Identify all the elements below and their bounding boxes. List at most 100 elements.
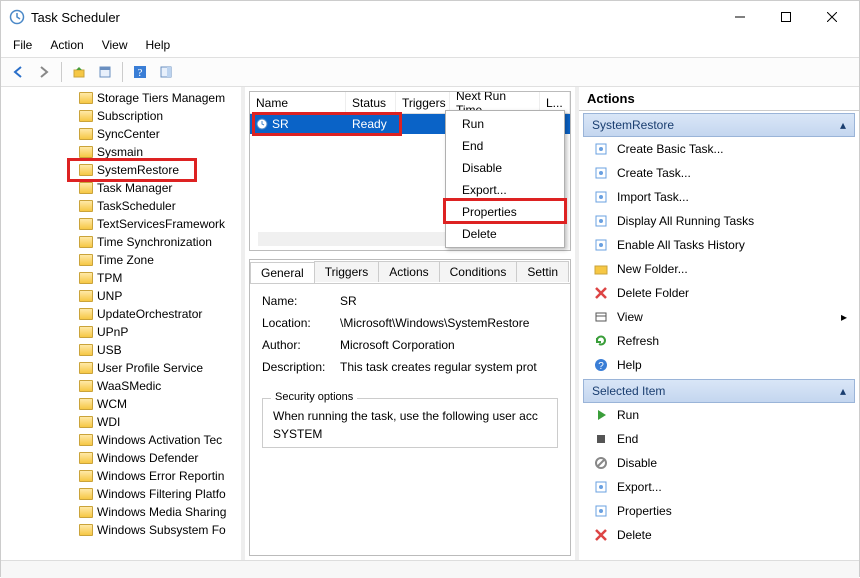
context-menu-item[interactable]: Disable [446,157,564,179]
action-item[interactable]: Create Task... [583,161,855,185]
action-item[interactable]: Refresh [583,329,855,353]
tree-item-label: Windows Error Reportin [97,469,224,483]
back-button[interactable] [7,61,29,83]
tree-item[interactable]: Windows Media Sharing [1,503,241,521]
context-menu-item[interactable]: End [446,135,564,157]
action-item[interactable]: Properties [583,499,855,523]
folder-icon [79,470,93,482]
tab-actions[interactable]: Actions [378,261,439,282]
tree-item-label: Time Synchronization [97,235,212,249]
action-item[interactable]: New Folder... [583,257,855,281]
action-item[interactable]: Delete [583,523,855,547]
action-item[interactable]: View▸ [583,305,855,329]
tree-item[interactable]: TextServicesFramework [1,215,241,233]
label-location: Location: [262,316,340,330]
tree-item-label: TPM [97,271,122,285]
svg-text:?: ? [598,361,604,372]
tree-item-label: Windows Activation Tec [97,433,222,447]
context-menu-item[interactable]: Delete [446,223,564,245]
tree-item[interactable]: Subscription [1,107,241,125]
tab-settings[interactable]: Settin [516,261,569,282]
value-description: This task creates regular system prot [340,360,537,374]
tree-item[interactable]: WCM [1,395,241,413]
tree-item[interactable]: Time Zone [1,251,241,269]
section2-label: Selected Item [592,384,665,398]
folder-icon [79,110,93,122]
close-button[interactable] [809,1,855,33]
tab-conditions[interactable]: Conditions [439,261,518,282]
menu-file[interactable]: File [5,36,40,54]
tree-item[interactable]: Windows Activation Tec [1,431,241,449]
col-triggers[interactable]: Triggers [396,92,450,113]
tree-item[interactable]: Sysmain [1,143,241,161]
collapse-icon: ▴ [840,118,846,132]
show-actions-button[interactable] [155,61,177,83]
menu-view[interactable]: View [94,36,136,54]
task-icon [256,118,268,130]
forward-button[interactable] [33,61,55,83]
tree-item[interactable]: UpdateOrchestrator [1,305,241,323]
action-item[interactable]: End [583,427,855,451]
tab-scroll-left[interactable]: ◂ [570,264,571,280]
tree-item[interactable]: TPM [1,269,241,287]
tab-general[interactable]: General [250,262,315,283]
menu-action[interactable]: Action [42,36,91,54]
action-item[interactable]: Create Basic Task... [583,137,855,161]
value-name: SR [340,294,357,308]
app-icon [9,9,25,25]
action-icon [593,165,609,181]
tree-item[interactable]: Windows Error Reportin [1,467,241,485]
tree-item[interactable]: SyncCenter [1,125,241,143]
action-icon [593,237,609,253]
action-item[interactable]: Delete Folder [583,281,855,305]
minimize-button[interactable] [717,1,763,33]
titlebar: Task Scheduler [1,1,859,33]
action-item[interactable]: Run [583,403,855,427]
tree-item[interactable]: WaaSMedic [1,377,241,395]
tree-item[interactable]: SystemRestore [1,161,241,179]
action-icon: ? [593,357,609,373]
tree-item[interactable]: WDI [1,413,241,431]
tree-item[interactable]: UNP [1,287,241,305]
tree-item[interactable]: TaskScheduler [1,197,241,215]
context-menu-item[interactable]: Properties [446,201,564,223]
tree-item[interactable]: Task Manager [1,179,241,197]
actions-section-selected[interactable]: Selected Item ▴ [583,379,855,403]
action-item[interactable]: Disable [583,451,855,475]
properties-button[interactable] [94,61,116,83]
tree-item[interactable]: Windows Defender [1,449,241,467]
toolbar: ? [1,57,859,87]
tree-item[interactable]: Windows Subsystem Fo [1,521,241,539]
col-status[interactable]: Status [346,92,396,113]
col-name[interactable]: Name [250,92,346,113]
actions-title: Actions [579,87,859,111]
action-item[interactable]: Import Task... [583,185,855,209]
action-item[interactable]: Display All Running Tasks [583,209,855,233]
tree-item[interactable]: Storage Tiers Managem [1,89,241,107]
up-button[interactable] [68,61,90,83]
context-menu-item[interactable]: Run [446,113,564,135]
folder-icon [79,524,93,536]
action-item[interactable]: Enable All Tasks History [583,233,855,257]
tree-item-label: UpdateOrchestrator [97,307,202,321]
tab-triggers[interactable]: Triggers [314,261,380,282]
context-menu-item[interactable]: Export... [446,179,564,201]
tree-item[interactable]: Time Synchronization [1,233,241,251]
tree-item-label: User Profile Service [97,361,203,375]
action-icon [593,309,609,325]
action-item[interactable]: Export... [583,475,855,499]
menu-help[interactable]: Help [138,36,179,54]
tree-item[interactable]: UPnP [1,323,241,341]
help-button[interactable]: ? [129,61,151,83]
action-item[interactable]: ?Help [583,353,855,377]
tree-item[interactable]: USB [1,341,241,359]
maximize-button[interactable] [763,1,809,33]
action-icon [593,141,609,157]
tree-item[interactable]: Windows Filtering Platfo [1,485,241,503]
tree-item[interactable]: User Profile Service [1,359,241,377]
actions-section-systemrestore[interactable]: SystemRestore ▴ [583,113,855,137]
folder-icon [79,344,93,356]
folder-tree[interactable]: Storage Tiers ManagemSubscriptionSyncCen… [1,87,245,560]
folder-icon [79,128,93,140]
value-author: Microsoft Corporation [340,338,455,352]
